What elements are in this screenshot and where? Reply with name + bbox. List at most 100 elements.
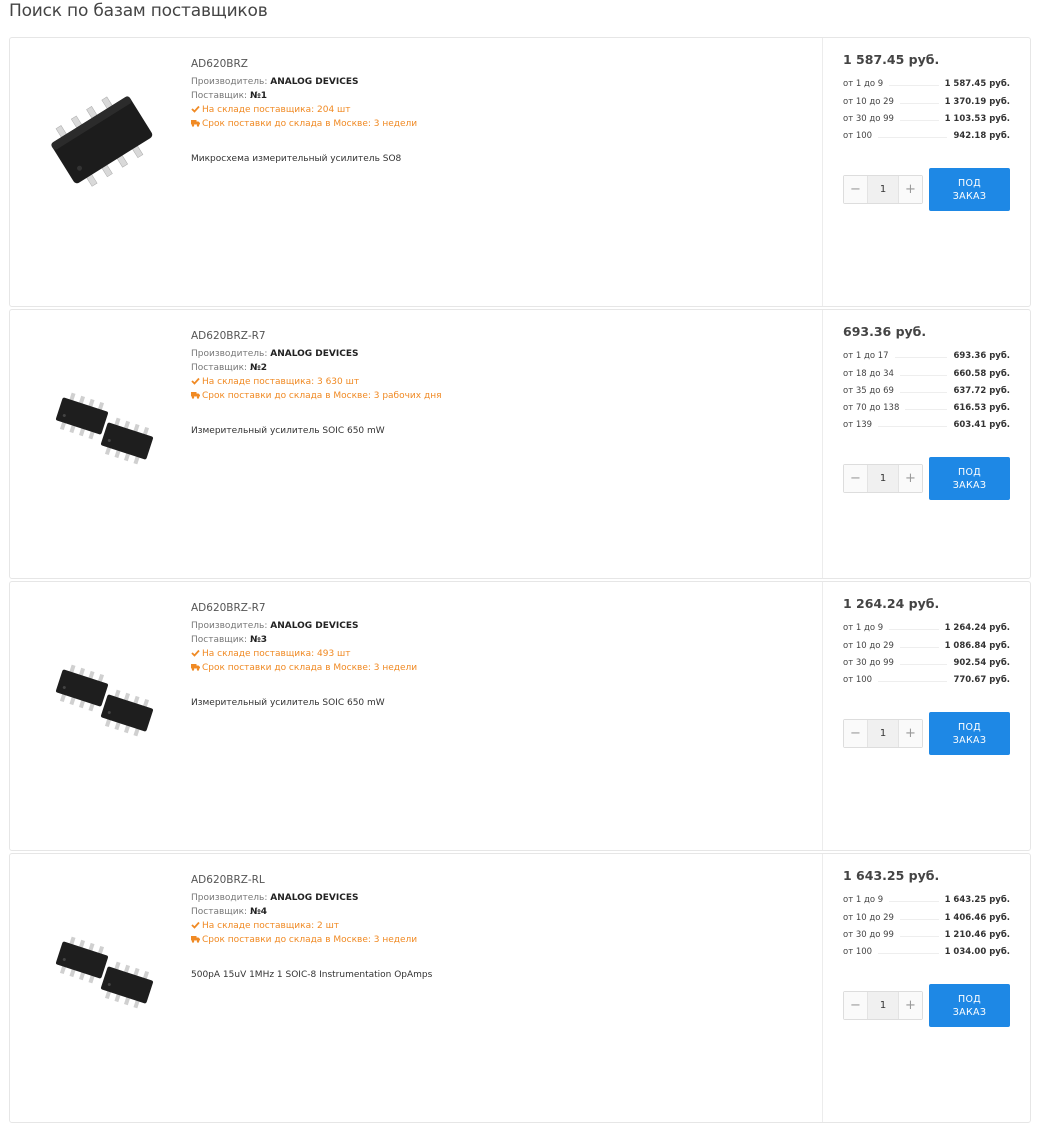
price-column: 1 643.25 руб. от 1 до 9 1 643.25 руб. от… bbox=[843, 868, 1010, 1027]
order-button[interactable]: ПОД ЗАКАЗ bbox=[929, 457, 1010, 500]
tier-divider bbox=[899, 374, 948, 376]
price-tier: от 30 до 99 1 210.46 руб. bbox=[843, 923, 1010, 940]
stock-text: На складе поставщика: 3 630 шт bbox=[202, 377, 360, 387]
check-icon bbox=[191, 921, 202, 931]
price-tier: от 1 до 9 1 587.45 руб. bbox=[843, 72, 1010, 89]
tier-price: 770.67 руб. bbox=[953, 675, 1010, 686]
card-divider bbox=[822, 582, 823, 850]
tier-range: от 100 bbox=[843, 675, 873, 686]
page-title: Поиск по базам поставщиков bbox=[9, 1, 268, 21]
price-tier: от 100 942.18 руб. bbox=[843, 124, 1010, 141]
tier-divider bbox=[878, 681, 948, 683]
stock-text: На складе поставщика: 493 шт bbox=[202, 649, 351, 659]
quantity-stepper: − 1 + bbox=[843, 719, 923, 748]
tier-range: от 18 до 34 bbox=[843, 368, 894, 379]
chip-image bbox=[55, 392, 154, 465]
tier-divider bbox=[899, 102, 939, 104]
tier-divider bbox=[889, 85, 939, 87]
product-image[interactable] bbox=[32, 658, 172, 778]
tier-divider bbox=[889, 629, 939, 631]
product-description: Измерительный усилитель SOIC 650 mW bbox=[191, 426, 385, 436]
quantity-input[interactable]: 1 bbox=[867, 465, 899, 492]
chip-image bbox=[55, 664, 154, 737]
main-price: 1 264.24 руб. bbox=[843, 596, 940, 611]
order-button[interactable]: ПОД ЗАКАЗ bbox=[929, 984, 1010, 1027]
tier-range: от 1 до 17 bbox=[843, 351, 889, 362]
supplier-label: Поставщик: bbox=[191, 91, 248, 101]
supplier-value: №2 bbox=[249, 363, 268, 373]
supplier-label: Поставщик: bbox=[191, 907, 248, 917]
product-name[interactable]: AD620BRZ-R7 bbox=[191, 329, 791, 343]
main-price: 1 643.25 руб. bbox=[843, 868, 940, 883]
quantity-stepper: − 1 + bbox=[843, 175, 923, 204]
tier-range: от 100 bbox=[843, 947, 873, 958]
stock-line: На складе поставщика: 204 шт bbox=[191, 103, 791, 117]
supplier-line: Поставщик: №3 bbox=[191, 633, 791, 647]
minus-button[interactable]: − bbox=[844, 992, 867, 1019]
tier-divider bbox=[905, 409, 948, 411]
order-button[interactable]: ПОД ЗАКАЗ bbox=[929, 168, 1010, 211]
chip-image bbox=[55, 936, 154, 1009]
price-tier: от 1 до 9 1 264.24 руб. bbox=[843, 616, 1010, 633]
order-button-label-2: ЗАКАЗ bbox=[952, 190, 987, 202]
delivery-text: Срок поставки до склада в Москве: 3 неде… bbox=[202, 663, 418, 673]
price-tier: от 100 1 034.00 руб. bbox=[843, 940, 1010, 957]
manufacturer-value: ANALOG DEVICES bbox=[270, 893, 359, 903]
product-name[interactable]: AD620BRZ-RL bbox=[191, 873, 791, 887]
product-card: AD620BRZ Производитель: ANALOG DEVICES П… bbox=[9, 37, 1031, 307]
product-name[interactable]: AD620BRZ bbox=[191, 57, 791, 71]
stock-line: На складе поставщика: 493 шт bbox=[191, 647, 791, 661]
tier-price: 637.72 руб. bbox=[953, 385, 1010, 396]
manufacturer-line: Производитель: ANALOG DEVICES bbox=[191, 891, 791, 905]
order-button-label-2: ЗАКАЗ bbox=[952, 734, 987, 746]
product-image[interactable] bbox=[32, 78, 172, 198]
tier-price: 1 587.45 руб. bbox=[944, 79, 1010, 90]
manufacturer-label: Производитель: bbox=[191, 621, 268, 631]
tier-price: 1 406.46 руб. bbox=[944, 912, 1010, 923]
tier-divider bbox=[878, 953, 939, 955]
supplier-value: №1 bbox=[249, 91, 268, 101]
tier-range: от 10 до 29 bbox=[843, 640, 894, 651]
main-price: 1 587.45 руб. bbox=[843, 52, 940, 67]
supplier-label: Поставщик: bbox=[191, 363, 248, 373]
tier-price: 1 370.19 руб. bbox=[944, 96, 1010, 107]
manufacturer-label: Производитель: bbox=[191, 77, 268, 87]
quantity-input[interactable]: 1 bbox=[867, 720, 899, 747]
truck-icon bbox=[191, 391, 202, 401]
price-tier: от 70 до 138 616.53 руб. bbox=[843, 396, 1010, 413]
tier-range: от 30 до 99 bbox=[843, 657, 894, 668]
price-column: 1 587.45 руб. от 1 до 9 1 587.45 руб. от… bbox=[843, 52, 1010, 211]
supplier-value: №3 bbox=[249, 635, 268, 645]
product-image[interactable] bbox=[32, 386, 172, 506]
product-image[interactable] bbox=[32, 930, 172, 1050]
minus-button[interactable]: − bbox=[844, 176, 867, 203]
tier-price: 1 210.46 руб. bbox=[944, 929, 1010, 940]
supplier-label: Поставщик: bbox=[191, 635, 248, 645]
plus-button[interactable]: + bbox=[899, 465, 922, 492]
price-tier: от 1 до 17 693.36 руб. bbox=[843, 344, 1010, 361]
plus-button[interactable]: + bbox=[899, 176, 922, 203]
tier-divider bbox=[899, 391, 948, 393]
product-name[interactable]: AD620BRZ-R7 bbox=[191, 601, 791, 615]
supplier-line: Поставщик: №2 bbox=[191, 361, 791, 375]
check-icon bbox=[191, 649, 202, 659]
tier-range: от 10 до 29 bbox=[843, 912, 894, 923]
plus-button[interactable]: + bbox=[899, 720, 922, 747]
minus-button[interactable]: − bbox=[844, 720, 867, 747]
check-icon bbox=[191, 377, 202, 387]
minus-button[interactable]: − bbox=[844, 465, 867, 492]
tier-divider bbox=[889, 901, 939, 903]
price-tier: от 10 до 29 1 370.19 руб. bbox=[843, 89, 1010, 107]
order-button[interactable]: ПОД ЗАКАЗ bbox=[929, 712, 1010, 755]
quantity-input[interactable]: 1 bbox=[867, 992, 899, 1019]
supplier-line: Поставщик: №4 bbox=[191, 905, 791, 919]
quantity-input[interactable]: 1 bbox=[867, 176, 899, 203]
supplier-value: №4 bbox=[249, 907, 268, 917]
plus-button[interactable]: + bbox=[899, 992, 922, 1019]
tier-price: 1 103.53 руб. bbox=[944, 113, 1010, 124]
truck-icon bbox=[191, 119, 202, 129]
delivery-line: Срок поставки до склада в Москве: 3 неде… bbox=[191, 661, 791, 675]
price-tier: от 18 до 34 660.58 руб. bbox=[843, 361, 1010, 379]
tier-price: 942.18 руб. bbox=[953, 131, 1010, 142]
manufacturer-label: Производитель: bbox=[191, 349, 268, 359]
